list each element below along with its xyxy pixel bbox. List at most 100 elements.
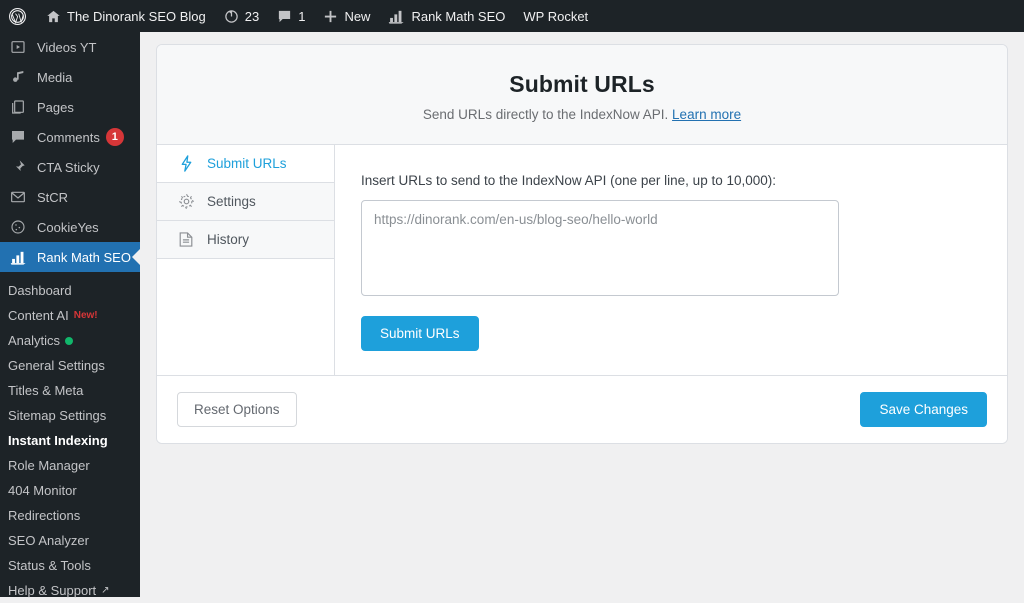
submenu-item-instant-indexing[interactable]: Instant Indexing	[0, 428, 140, 453]
home-icon	[46, 9, 61, 24]
bar-chart-icon	[388, 9, 405, 24]
main-content: Submit URLs Send URLs directly to the In…	[140, 32, 1024, 597]
admin-sidebar-menu: Videos YT Media Pages	[0, 32, 140, 597]
submenu-item-label: Content AI	[8, 308, 69, 323]
reset-options-button[interactable]: Reset Options	[177, 392, 297, 427]
submenu-item-label: Redirections	[8, 508, 80, 523]
sidebar-item-stcr[interactable]: StCR	[0, 182, 140, 212]
update-icon	[224, 9, 239, 24]
new-tag: New!	[74, 310, 98, 321]
submenu-item-redirections[interactable]: Redirections	[0, 503, 140, 528]
tab-label: Settings	[207, 194, 256, 209]
tab-settings[interactable]: Settings	[157, 183, 334, 221]
page-subtitle: Send URLs directly to the IndexNow API. …	[177, 107, 987, 122]
urls-input[interactable]	[361, 200, 839, 296]
comment-icon	[277, 9, 292, 24]
submenu-item-label: Titles & Meta	[8, 383, 83, 398]
submenu-item-label: Dashboard	[8, 283, 72, 298]
tab-label: History	[207, 232, 249, 247]
sidebar-item-label: Comments 1	[37, 128, 124, 146]
sidebar-item-label: CTA Sticky	[37, 160, 100, 175]
panel-footer: Reset Options Save Changes	[157, 375, 1007, 443]
learn-more-link[interactable]: Learn more	[672, 107, 741, 122]
submenu-item-titles-meta[interactable]: Titles & Meta	[0, 378, 140, 403]
video-icon	[8, 37, 28, 57]
rank-math-submenu: Dashboard Content AI New! Analytics Gene…	[0, 272, 140, 603]
tab-label: Submit URLs	[207, 156, 287, 171]
submenu-item-label: General Settings	[8, 358, 105, 373]
tab-history[interactable]: History	[157, 221, 334, 259]
submenu-item-dashboard[interactable]: Dashboard	[0, 278, 140, 303]
sidebar-item-label: Pages	[37, 100, 74, 115]
submenu-item-label: Help & Support	[8, 583, 96, 598]
status-dot-icon	[65, 337, 73, 345]
comments-button[interactable]: 1	[268, 0, 314, 32]
new-content-button[interactable]: New	[314, 0, 379, 32]
sidebar-item-rank-math-seo[interactable]: Rank Math SEO	[0, 242, 140, 272]
submenu-item-general-settings[interactable]: General Settings	[0, 353, 140, 378]
sidebar-item-label: Videos YT	[37, 40, 97, 55]
submenu-item-label: Instant Indexing	[8, 433, 108, 448]
rank-math-seo-adminbar-label: Rank Math SEO	[411, 9, 505, 24]
envelope-icon	[8, 187, 28, 207]
gear-icon	[177, 193, 195, 211]
comments-count: 1	[298, 9, 305, 24]
site-name-button[interactable]: The Dinorank SEO Blog	[37, 0, 215, 32]
tab-submit-urls[interactable]: Submit URLs	[157, 145, 334, 183]
page-title: Submit URLs	[177, 71, 987, 98]
updates-count: 23	[245, 9, 259, 24]
sidebar-item-cta-sticky[interactable]: CTA Sticky	[0, 152, 140, 182]
submit-urls-tab-panel: Insert URLs to send to the IndexNow API …	[335, 145, 1007, 375]
plus-icon	[323, 9, 338, 24]
sidebar-item-pages[interactable]: Pages	[0, 92, 140, 122]
admin-bar: The Dinorank SEO Blog 23 1 New	[0, 0, 1024, 32]
updates-button[interactable]: 23	[215, 0, 268, 32]
submenu-item-content-ai[interactable]: Content AI New!	[0, 303, 140, 328]
submenu-item-role-manager[interactable]: Role Manager	[0, 453, 140, 478]
rank-math-seo-adminbar-button[interactable]: Rank Math SEO	[379, 0, 514, 32]
cookie-icon	[8, 217, 28, 237]
wordpress-logo-button[interactable]	[0, 0, 37, 32]
page-subtitle-text: Send URLs directly to the IndexNow API.	[423, 107, 668, 122]
submenu-item-analytics[interactable]: Analytics	[0, 328, 140, 353]
submit-urls-button[interactable]: Submit URLs	[361, 316, 479, 351]
wp-rocket-button[interactable]: WP Rocket	[514, 0, 597, 32]
pin-icon	[8, 157, 28, 177]
external-link-icon: ↗	[101, 585, 109, 596]
media-icon	[8, 67, 28, 87]
sidebar-item-label: Media	[37, 70, 72, 85]
submenu-item-label: Role Manager	[8, 458, 90, 473]
sidebar-item-label: StCR	[37, 190, 68, 205]
sidebar-item-media[interactable]: Media	[0, 62, 140, 92]
comments-badge: 1	[106, 128, 124, 146]
pages-icon	[8, 97, 28, 117]
sidebar-item-label: Rank Math SEO	[37, 250, 131, 265]
submenu-item-help-support[interactable]: Help & Support ↗	[0, 578, 140, 603]
sidebar-item-cookieyes[interactable]: CookieYes	[0, 212, 140, 242]
panel-body: Submit URLs Settings	[157, 145, 1007, 375]
new-content-label: New	[344, 9, 370, 24]
bar-chart-icon	[8, 247, 28, 267]
submenu-item-label: SEO Analyzer	[8, 533, 89, 548]
document-icon	[177, 231, 195, 249]
wp-rocket-label: WP Rocket	[523, 9, 588, 24]
submenu-item-seo-analyzer[interactable]: SEO Analyzer	[0, 528, 140, 553]
panel-tab-list: Submit URLs Settings	[157, 145, 335, 375]
comment-icon	[8, 127, 28, 147]
save-changes-button[interactable]: Save Changes	[860, 392, 987, 427]
sidebar-item-label: CookieYes	[37, 220, 99, 235]
submenu-item-label: Analytics	[8, 333, 60, 348]
site-name-label: The Dinorank SEO Blog	[67, 9, 206, 24]
submenu-item-label: Sitemap Settings	[8, 408, 106, 423]
submenu-item-status-tools[interactable]: Status & Tools	[0, 553, 140, 578]
instant-indexing-panel: Submit URLs Send URLs directly to the In…	[156, 44, 1008, 444]
urls-field-label: Insert URLs to send to the IndexNow API …	[361, 173, 981, 188]
sidebar-item-comments[interactable]: Comments 1	[0, 122, 140, 152]
submenu-item-404-monitor[interactable]: 404 Monitor	[0, 478, 140, 503]
lightning-icon	[177, 155, 195, 173]
panel-header: Submit URLs Send URLs directly to the In…	[157, 45, 1007, 145]
submenu-item-sitemap-settings[interactable]: Sitemap Settings	[0, 403, 140, 428]
submenu-item-label: 404 Monitor	[8, 483, 77, 498]
wordpress-icon	[8, 7, 27, 26]
sidebar-item-videos-yt[interactable]: Videos YT	[0, 32, 140, 62]
